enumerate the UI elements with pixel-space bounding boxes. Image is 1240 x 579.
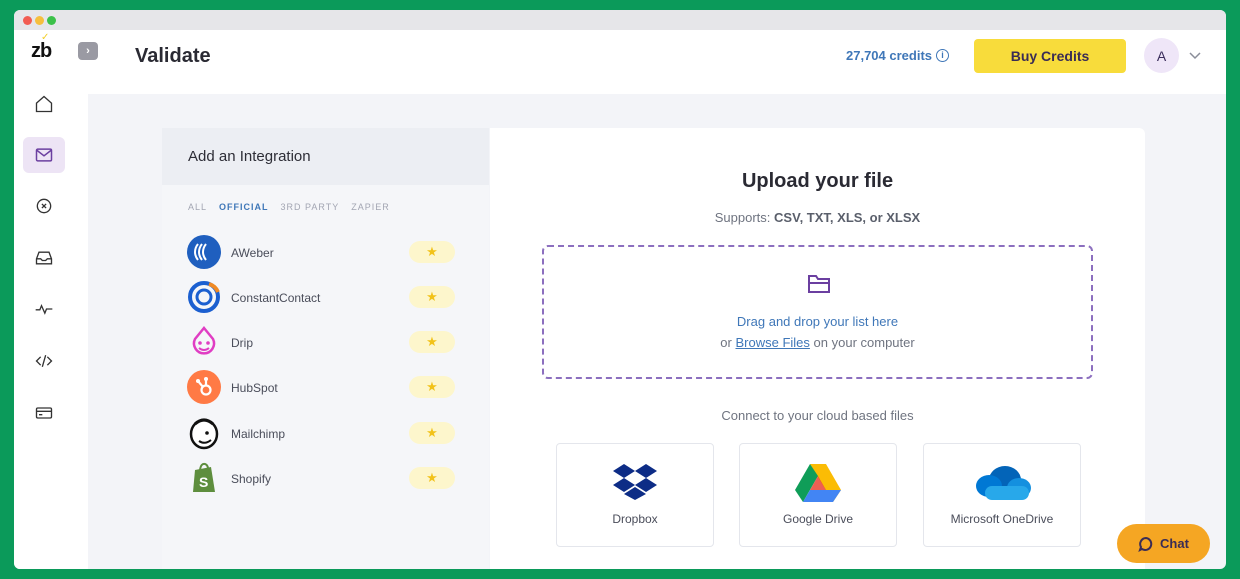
browse-prefix: or: [720, 335, 732, 350]
page-title: Validate: [135, 45, 211, 67]
upload-panel: Upload your file Supports: CSV, TXT, XLS…: [490, 128, 1145, 569]
integration-item-shopify[interactable]: S Shopify ★: [187, 461, 457, 497]
onedrive-icon: [976, 466, 1031, 500]
google-drive-button[interactable]: Google Drive: [739, 443, 897, 547]
onedrive-button[interactable]: Microsoft OneDrive: [923, 443, 1081, 547]
google-drive-icon: [795, 464, 841, 502]
integration-item-aweber[interactable]: AWeber ★: [187, 235, 457, 271]
supported-formats: Supports: CSV, TXT, XLS, or XLSX: [490, 210, 1145, 225]
integration-item-hubspot[interactable]: HubSpot ★: [187, 370, 457, 406]
chat-label: Chat: [1160, 536, 1189, 551]
main-content: Add an Integration ALL OFFICIAL 3RD PART…: [162, 128, 1145, 569]
integration-name: Drip: [231, 336, 254, 350]
inbox-icon: [35, 251, 53, 265]
credits-balance[interactable]: 27,704 credits: [846, 48, 932, 63]
maximize-window-button[interactable]: [47, 16, 56, 25]
star-icon[interactable]: ★: [409, 467, 455, 489]
hubspot-logo-icon: [187, 370, 221, 404]
browse-files-link[interactable]: Browse Files: [735, 335, 809, 350]
star-icon[interactable]: ★: [409, 286, 455, 308]
svg-text:S: S: [199, 474, 208, 490]
upload-title: Upload your file: [741, 170, 894, 192]
drip-logo-icon: [192, 326, 216, 355]
top-header: › Validate 27,704 credits i Buy Credits …: [78, 30, 1226, 94]
sidebar-item-inbox[interactable]: [23, 240, 65, 276]
integration-item-drip[interactable]: Drip ★: [187, 325, 457, 361]
logo-check-icon: ✓: [41, 32, 50, 43]
close-window-button[interactable]: [23, 16, 32, 25]
shopify-logo-icon: S: [193, 462, 215, 492]
sidebar-item-api[interactable]: [23, 343, 65, 379]
chevron-down-icon[interactable]: [1188, 48, 1202, 62]
integration-name: Mailchimp: [231, 427, 286, 441]
integration-item-mailchimp[interactable]: Mailchimp ★: [187, 416, 457, 452]
chevron-right-icon: ›: [86, 45, 90, 57]
cloud-label: Microsoft OneDrive: [950, 512, 1054, 526]
supports-prefix: Supports:: [714, 210, 771, 225]
filter-all[interactable]: ALL: [188, 202, 207, 212]
blocked-icon: [36, 198, 52, 214]
sidebar-item-blocked[interactable]: [23, 188, 65, 224]
avatar[interactable]: A: [1144, 38, 1179, 73]
mailchimp-logo-icon: [189, 418, 219, 450]
filter-3rd-party[interactable]: 3RD PARTY: [281, 202, 340, 212]
info-icon[interactable]: i: [936, 49, 949, 62]
app-window: zb ✓ › Validate 27,704 credits i Buy Cre…: [14, 10, 1226, 569]
integration-name: HubSpot: [231, 381, 278, 395]
home-icon: [35, 95, 53, 113]
sidebar-toggle-button[interactable]: ›: [78, 42, 98, 60]
app-logo[interactable]: zb: [31, 40, 52, 63]
card-icon: [35, 407, 53, 419]
integration-name: Shopify: [231, 472, 272, 486]
integration-filters: ALL OFFICIAL 3RD PARTY ZAPIER: [188, 202, 390, 212]
dropbox-button[interactable]: Dropbox: [556, 443, 714, 547]
integration-header: Add an Integration: [162, 128, 489, 185]
cloud-connect-text: Connect to your cloud based files: [721, 408, 914, 423]
integration-name: ConstantContact: [231, 291, 321, 305]
sidebar: zb ✓: [14, 30, 88, 569]
cloud-label: Google Drive: [782, 512, 854, 526]
integration-title: Add an Integration: [188, 148, 311, 165]
filter-official[interactable]: OFFICIAL: [219, 202, 269, 212]
chat-button[interactable]: Chat: [1117, 524, 1210, 563]
aweber-logo-icon: [187, 235, 221, 269]
folder-icon: [808, 275, 830, 293]
code-icon: [35, 354, 53, 368]
activity-icon: [35, 303, 53, 315]
filter-zapier[interactable]: ZAPIER: [351, 202, 390, 212]
mail-icon: [35, 148, 53, 162]
star-icon[interactable]: ★: [409, 241, 455, 263]
chat-bubble-icon: [1138, 536, 1153, 552]
drag-drop-text: Drag and drop your list here: [736, 314, 899, 329]
supports-formats: CSV, TXT, XLS, or XLSX: [774, 210, 921, 225]
browse-line: or Browse Files on your computer: [544, 335, 1091, 350]
star-icon[interactable]: ★: [409, 331, 455, 353]
window-titlebar: [14, 10, 1226, 30]
integration-name: AWeber: [231, 246, 274, 260]
sidebar-item-validate[interactable]: [23, 137, 65, 173]
sidebar-item-home[interactable]: [23, 86, 65, 122]
cloud-label: Dropbox: [612, 512, 658, 526]
dropbox-icon: [613, 464, 657, 500]
sidebar-item-billing[interactable]: [23, 395, 65, 431]
sidebar-item-activity[interactable]: [23, 291, 65, 327]
constantcontact-logo-icon: [188, 281, 220, 313]
buy-credits-button[interactable]: Buy Credits: [974, 39, 1126, 73]
minimize-window-button[interactable]: [35, 16, 44, 25]
integration-item-constantcontact[interactable]: ConstantContact ★: [187, 280, 457, 316]
star-icon[interactable]: ★: [409, 376, 455, 398]
file-dropzone[interactable]: Drag and drop your list here or Browse F…: [542, 245, 1093, 379]
browse-suffix: on your computer: [813, 335, 915, 350]
integration-panel: Add an Integration ALL OFFICIAL 3RD PART…: [162, 128, 489, 569]
star-icon[interactable]: ★: [409, 422, 455, 444]
